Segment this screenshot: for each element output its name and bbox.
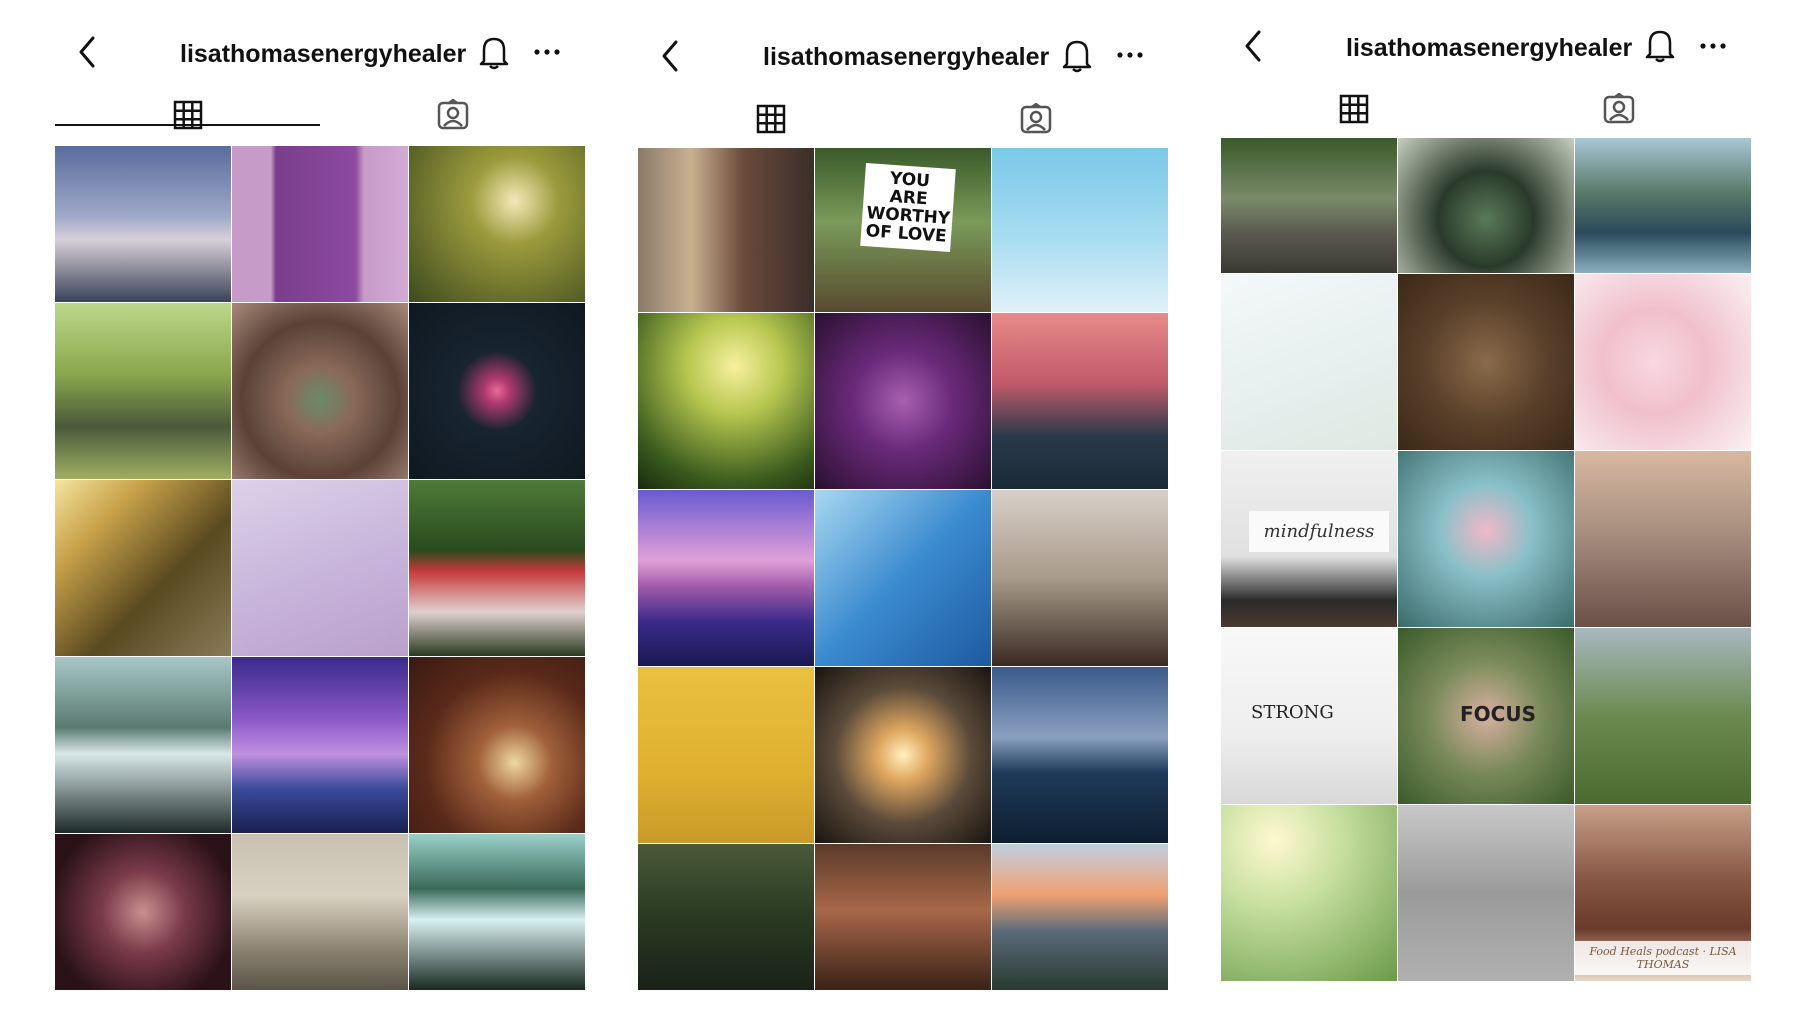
profile-panel-2: lisathomasenergyhealer YOU ARE WORTHY OF… (638, 0, 1168, 1026)
tagged-person-icon (1020, 103, 1051, 134)
post-caption-text: FOCUS (1460, 702, 1536, 726)
post-thumbnail[interactable]: STRONG (1221, 628, 1397, 804)
post-thumbnail[interactable] (55, 303, 231, 479)
grid-icon (173, 100, 202, 130)
tagged-person-icon (1603, 93, 1634, 124)
post-thumbnail[interactable] (815, 667, 991, 843)
grid-tab[interactable] (55, 90, 320, 140)
profile-header: lisathomasenergyhealer (55, 0, 585, 100)
more-options-icon[interactable] (1693, 34, 1733, 64)
post-thumbnail[interactable] (1221, 805, 1397, 981)
post-thumbnail[interactable] (55, 480, 231, 656)
post-caption-text: mindfulness (1249, 511, 1389, 552)
post-thumbnail[interactable] (1575, 274, 1751, 450)
tagged-tab[interactable] (903, 94, 1168, 144)
profile-tabs (638, 94, 1168, 144)
post-caption-text: Food Heals podcast · LISA THOMAS (1575, 941, 1751, 975)
post-thumbnail[interactable] (1575, 451, 1751, 627)
post-thumbnail[interactable] (992, 844, 1168, 990)
posts-grid: YOU ARE WORTHY OF LOVE (638, 148, 1168, 990)
more-options-icon[interactable] (527, 40, 567, 70)
post-thumbnail[interactable] (992, 148, 1168, 312)
grid-icon (756, 104, 785, 134)
post-thumbnail[interactable] (232, 146, 408, 302)
post-caption-text: YOU ARE WORTHY OF LOVE (860, 162, 956, 253)
post-thumbnail[interactable] (409, 303, 585, 479)
active-tab-indicator (55, 124, 320, 126)
post-thumbnail[interactable] (992, 490, 1168, 666)
post-thumbnail[interactable] (1398, 451, 1574, 627)
post-thumbnail[interactable]: mindfulness (1221, 451, 1397, 627)
profile-username: lisathomasenergyhealer (1346, 34, 1633, 62)
post-thumbnail[interactable] (409, 480, 585, 656)
post-thumbnail[interactable] (638, 667, 814, 843)
post-thumbnail[interactable] (638, 490, 814, 666)
post-thumbnail[interactable] (815, 313, 991, 489)
post-thumbnail[interactable] (992, 313, 1168, 489)
post-thumbnail[interactable] (815, 490, 991, 666)
profile-username: lisathomasenergyhealer (763, 43, 1050, 71)
posts-grid: mindfulness STRONG FOCUS Food Heals podcast… (1221, 138, 1751, 981)
post-thumbnail[interactable] (1398, 138, 1574, 273)
back-chevron-icon[interactable] (73, 32, 103, 72)
notification-bell-icon[interactable] (475, 32, 513, 72)
post-thumbnail[interactable] (409, 146, 585, 302)
post-thumbnail[interactable] (1575, 138, 1751, 273)
post-thumbnail[interactable] (1221, 138, 1397, 273)
back-chevron-icon[interactable] (1239, 26, 1269, 66)
notification-bell-icon[interactable] (1641, 25, 1679, 65)
post-thumbnail[interactable] (232, 834, 408, 990)
post-thumbnail[interactable]: Food Heals podcast · LISA THOMAS (1575, 805, 1751, 981)
post-thumbnail[interactable] (1398, 274, 1574, 450)
grid-icon (1339, 94, 1368, 124)
profile-panel-1: lisathomasenergyhealer (55, 0, 585, 1026)
grid-tab[interactable] (1221, 84, 1486, 134)
post-thumbnail[interactable] (1221, 274, 1397, 450)
tagged-person-icon (437, 99, 468, 130)
post-thumbnail[interactable] (638, 844, 814, 990)
post-thumbnail[interactable] (815, 844, 991, 990)
profile-tabs (1221, 84, 1751, 134)
tagged-tab[interactable] (320, 90, 585, 140)
post-thumbnail[interactable] (409, 657, 585, 833)
profile-tabs (55, 90, 585, 140)
post-thumbnail[interactable] (638, 148, 814, 312)
post-thumbnail[interactable] (409, 834, 585, 990)
post-thumbnail[interactable] (55, 834, 231, 990)
notification-bell-icon[interactable] (1058, 35, 1096, 75)
post-thumbnail[interactable] (638, 313, 814, 489)
post-thumbnail[interactable] (232, 480, 408, 656)
post-thumbnail[interactable] (992, 667, 1168, 843)
post-thumbnail[interactable] (55, 657, 231, 833)
post-thumbnail[interactable] (1398, 805, 1574, 981)
profile-header: lisathomasenergyhealer (638, 0, 1168, 100)
post-thumbnail[interactable] (232, 657, 408, 833)
profile-panel-3: lisathomasenergyhealer mindfulness STRONG… (1221, 0, 1751, 1026)
profile-username: lisathomasenergyhealer (180, 40, 467, 68)
post-thumbnail[interactable] (55, 146, 231, 302)
post-caption-text: STRONG (1251, 702, 1334, 723)
back-chevron-icon[interactable] (656, 36, 686, 76)
more-options-icon[interactable] (1110, 43, 1150, 73)
post-thumbnail[interactable] (1575, 628, 1751, 804)
posts-grid (55, 146, 585, 990)
post-thumbnail[interactable]: FOCUS (1398, 628, 1574, 804)
grid-tab[interactable] (638, 94, 903, 144)
post-thumbnail[interactable]: YOU ARE WORTHY OF LOVE (815, 148, 991, 312)
tagged-tab[interactable] (1486, 84, 1751, 134)
post-thumbnail[interactable] (232, 303, 408, 479)
